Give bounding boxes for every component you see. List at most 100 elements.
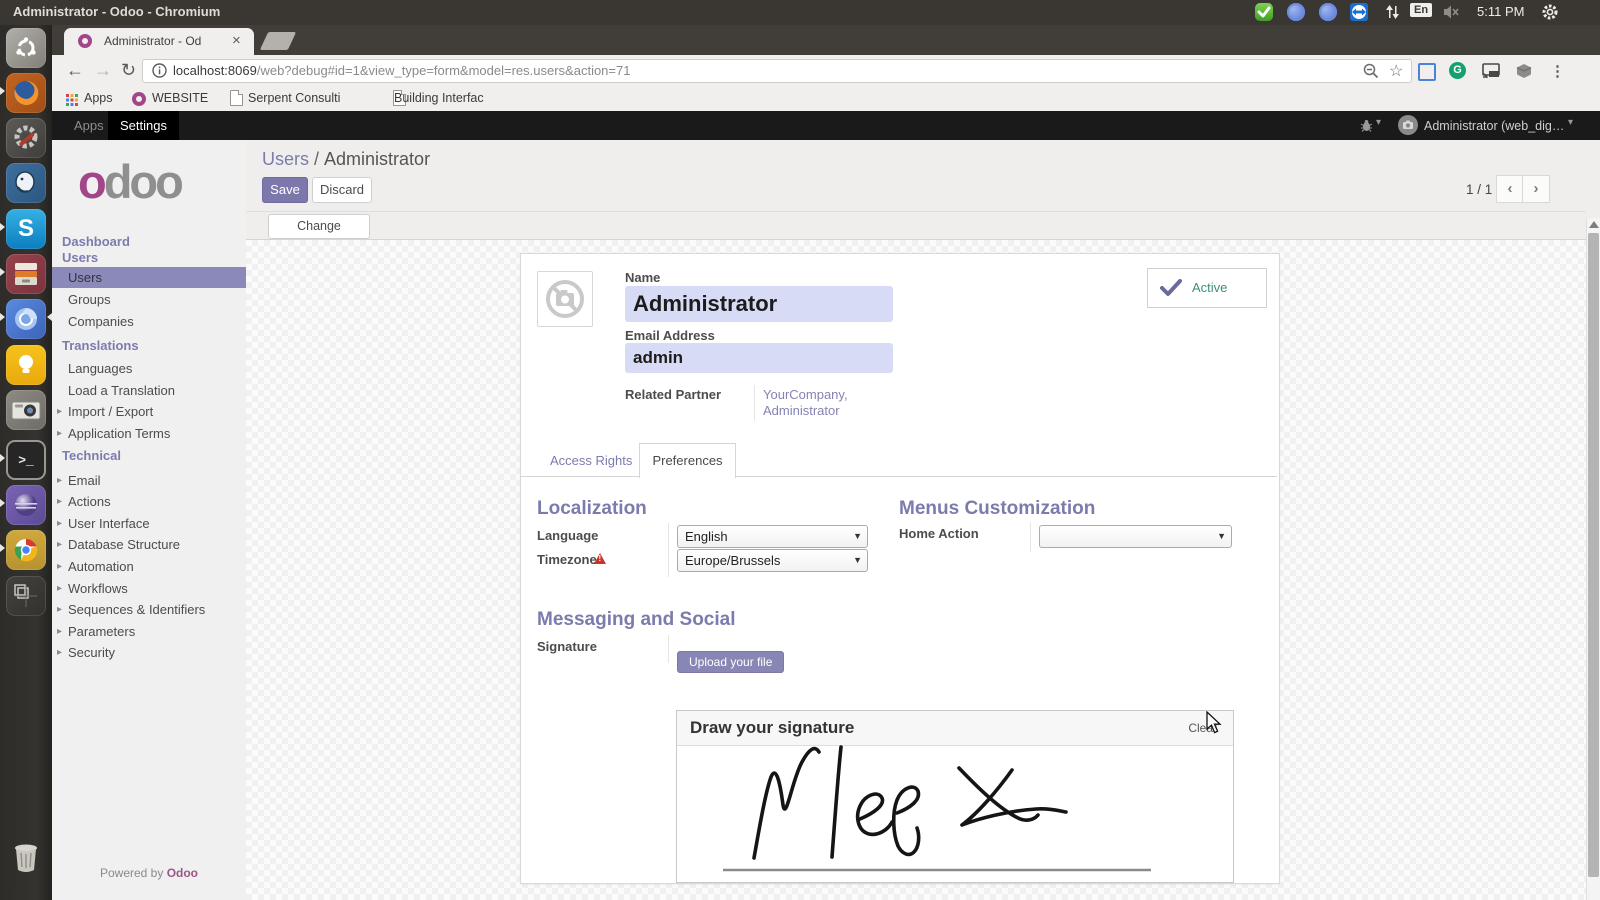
page-info-icon[interactable] [152, 63, 167, 83]
name-input[interactable]: Administrator [625, 286, 893, 322]
breadcrumb-users[interactable]: Users [262, 149, 309, 169]
postgresql-icon[interactable] [6, 163, 46, 203]
google-chrome-icon[interactable] [6, 530, 46, 570]
expand-icon[interactable] [57, 423, 62, 444]
expand-icon[interactable] [57, 642, 62, 663]
expand-icon[interactable] [57, 513, 62, 534]
clock[interactable]: 5:11 PM [1477, 4, 1524, 19]
sidebar-item-application-terms[interactable]: Application Terms [52, 423, 246, 444]
expand-icon[interactable] [57, 470, 62, 491]
expand-icon[interactable] [57, 401, 62, 422]
bookmark-building[interactable]: Building Interfac [394, 91, 484, 105]
zoom-out-icon[interactable] [1363, 63, 1379, 84]
related-partner-link[interactable]: YourCompany,Administrator [763, 387, 848, 419]
user-avatar[interactable] [1398, 115, 1418, 135]
pager-previous-button[interactable] [1496, 175, 1524, 203]
signature-drawing[interactable] [677, 745, 1231, 882]
sidebar-item-import-export[interactable]: Import / Export [52, 401, 246, 422]
scrollbar-thumb[interactable] [1588, 233, 1599, 877]
active-toggle[interactable]: Active [1147, 268, 1267, 308]
expand-icon[interactable] [57, 578, 62, 599]
cast-extension-icon[interactable] [1482, 63, 1500, 83]
expand-icon[interactable] [57, 556, 62, 577]
grammarly-extension-icon[interactable]: G [1449, 62, 1466, 79]
sidebar-item-parameters[interactable]: Parameters [52, 621, 246, 642]
volume-muted-icon[interactable] [1443, 4, 1461, 25]
sidebar-item-users[interactable]: Users [52, 267, 246, 288]
new-tab-button[interactable] [260, 32, 296, 50]
skype-online-icon[interactable] [1255, 3, 1273, 21]
skype-icon[interactable]: S [6, 209, 46, 249]
nav-settings[interactable]: Settings [108, 111, 179, 140]
discard-button[interactable]: Discard [312, 177, 372, 203]
expand-icon[interactable] [57, 491, 62, 512]
bookmark-website[interactable]: WEBSITE [152, 91, 208, 105]
reload-icon[interactable] [121, 60, 136, 81]
browser-menu-icon[interactable] [1550, 62, 1565, 81]
expand-icon[interactable] [57, 599, 62, 620]
close-tab-icon[interactable] [232, 32, 241, 49]
home-action-select[interactable] [1039, 525, 1232, 548]
nav-apps[interactable]: Apps [74, 118, 104, 133]
tab-preferences[interactable]: Preferences [639, 443, 736, 478]
expand-icon[interactable] [57, 534, 62, 555]
tab-access-rights[interactable]: Access Rights [550, 453, 632, 468]
trash-icon[interactable] [6, 838, 46, 878]
ubuntu-dash-icon[interactable] [6, 28, 46, 68]
debug-bug-icon[interactable] [1360, 119, 1373, 137]
terminal-icon[interactable]: >_ [6, 440, 46, 480]
sidebar-item-database-structure[interactable]: Database Structure [52, 534, 246, 555]
app-indicator-icon[interactable] [1287, 3, 1305, 21]
sidebar-item-sequences[interactable]: Sequences & Identifiers [52, 599, 246, 620]
change-password-button[interactable]: Change Password [268, 214, 370, 239]
signature-pad[interactable]: Draw your signature Clear [676, 710, 1234, 883]
bookmark-apps[interactable]: Apps [84, 91, 113, 105]
sidebar-item-companies[interactable]: Companies [52, 311, 246, 332]
email-input[interactable]: admin [625, 343, 893, 373]
user-image-placeholder[interactable] [537, 271, 593, 327]
apps-grid-icon[interactable] [66, 93, 78, 111]
file-archiver-icon[interactable] [6, 254, 46, 294]
sidebar-item-user-interface[interactable]: User Interface [52, 513, 246, 534]
sidebar-item-automation[interactable]: Automation [52, 556, 246, 577]
sidebar-item-actions[interactable]: Actions [52, 491, 246, 512]
system-settings-icon[interactable] [6, 118, 46, 158]
expand-icon[interactable] [57, 621, 62, 642]
odoo-bookmark-icon[interactable] [132, 92, 146, 106]
session-gear-icon[interactable] [1541, 3, 1559, 26]
sidebar-item-workflows[interactable]: Workflows [52, 578, 246, 599]
sidebar-item-security[interactable]: Security [52, 642, 246, 663]
language-select[interactable]: English [677, 525, 868, 548]
timezone-select[interactable]: Europe/Brussels [677, 549, 868, 572]
sidebar-item-groups[interactable]: Groups [52, 289, 246, 310]
forward-icon[interactable] [94, 60, 112, 81]
keyboard-layout-indicator[interactable]: En [1410, 3, 1432, 17]
page-bookmark-icon[interactable] [230, 90, 243, 106]
bookmark-serpent[interactable]: Serpent Consulti [248, 91, 340, 105]
back-icon[interactable] [66, 60, 84, 81]
sidebar-section-users[interactable]: Users [62, 250, 98, 265]
pager-next-button[interactable] [1522, 175, 1550, 203]
app-indicator-icon[interactable] [1319, 3, 1337, 21]
browser-tab[interactable]: Administrator - Od [64, 28, 254, 55]
camera-icon[interactable] [6, 390, 46, 430]
sidebar-item-load-translation[interactable]: Load a Translation [52, 380, 246, 401]
chromium-icon[interactable] [6, 299, 46, 339]
workspace-switcher-icon[interactable] [6, 576, 46, 616]
package-extension-icon[interactable] [1516, 63, 1532, 84]
scroll-up-arrow[interactable] [1589, 221, 1599, 228]
page-scrollbar[interactable] [1586, 218, 1600, 900]
google-keep-icon[interactable] [6, 345, 46, 385]
teamviewer-icon[interactable] [1350, 3, 1368, 21]
address-bar[interactable]: localhost:8069/web?debug#id=1&view_type=… [142, 59, 1412, 83]
screenshot-extension-icon[interactable] [1418, 63, 1436, 81]
sidebar-item-email[interactable]: Email [52, 470, 246, 491]
network-arrows-icon[interactable] [1383, 3, 1401, 26]
firefox-icon[interactable] [6, 73, 46, 113]
eclipse-icon[interactable] [6, 485, 46, 525]
bookmark-star-icon[interactable] [1389, 61, 1403, 81]
upload-file-button[interactable]: Upload your file [677, 651, 784, 673]
user-menu[interactable]: Administrator (web_dig… [1424, 119, 1564, 133]
caret-down-icon[interactable] [1376, 117, 1381, 128]
save-button[interactable]: Save [262, 177, 308, 203]
